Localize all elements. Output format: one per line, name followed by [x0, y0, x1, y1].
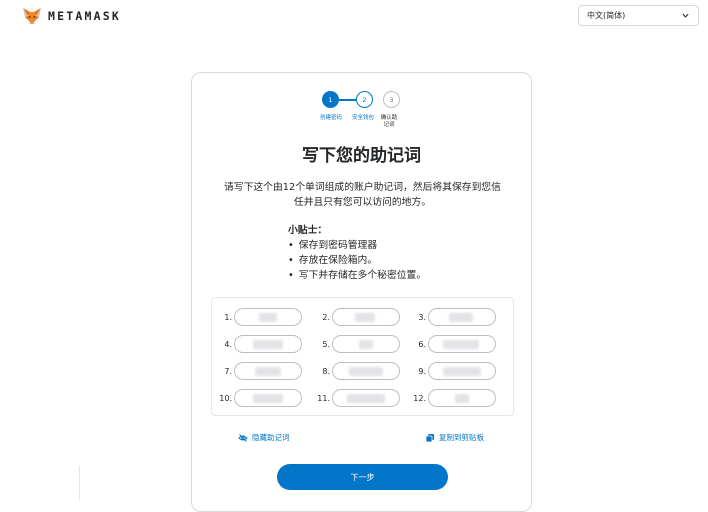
word-index: 6. [418, 339, 426, 349]
copy-label: 复制到剪贴板 [439, 433, 484, 442]
word-chip [428, 335, 496, 353]
phrase-word: 7. [218, 362, 302, 380]
hide-phrase-label: 隐藏助记词 [252, 433, 290, 442]
step-3-label: 确认助记词 [380, 115, 398, 128]
step-1-label: 创建密码 [319, 115, 342, 121]
progress-stepper: 1 2 3 创建密码 安全钱包 确认助记词 [192, 91, 531, 131]
word-index: 5. [322, 339, 330, 349]
word-index: 7. [224, 366, 232, 376]
word-index: 12. [413, 393, 426, 403]
step-1-indicator: 1 [322, 91, 339, 108]
word-index: 9. [418, 366, 426, 376]
phrase-word: 6. [412, 335, 496, 353]
word-chip [332, 362, 400, 380]
tips-list: 保存到密码管理器 存放在保险箱内。 写下并存储在多个秘密位置。 [288, 238, 488, 283]
tips-section: 小贴士： 保存到密码管理器 存放在保险箱内。 写下并存储在多个秘密位置。 [288, 223, 488, 283]
word-index: 10. [219, 393, 232, 403]
word-chip [428, 389, 496, 407]
phrase-word: 8. [316, 362, 400, 380]
hide-phrase-button[interactable]: 隐藏助记词 [238, 432, 290, 443]
word-chip [234, 308, 302, 326]
metamask-logo[interactable]: METAMASK [22, 7, 121, 25]
next-button[interactable]: 下一步 [277, 464, 448, 490]
phrase-word: 3. [412, 308, 496, 326]
tips-title: 小贴士： [288, 225, 328, 236]
word-index: 3. [418, 312, 426, 322]
fox-icon [23, 8, 41, 24]
phrase-word: 10. [218, 389, 302, 407]
secret-phrase-grid: 1. 2. 3. 4. 5. 6. 7. 8. 9. 10. 11. 12. [211, 297, 514, 416]
step-2-label: 安全钱包 [351, 115, 374, 121]
language-value: 中文(简体) [587, 11, 626, 20]
phrase-word: 2. [316, 308, 400, 326]
phrase-word: 11. [316, 389, 400, 407]
step-connector [339, 99, 356, 101]
word-chip [428, 362, 496, 380]
copy-icon [425, 433, 434, 442]
phrase-word: 12. [412, 389, 496, 407]
phrase-word: 9. [412, 362, 496, 380]
word-chip [234, 389, 302, 407]
top-bar: METAMASK 中文(简体) [0, 0, 708, 34]
word-index: 11. [317, 393, 330, 403]
divider [79, 466, 80, 500]
tip-item: 存放在保险箱内。 [288, 253, 488, 268]
phrase-word: 5. [316, 335, 400, 353]
phrase-word: 4. [218, 335, 302, 353]
word-chip [234, 335, 302, 353]
word-chip [332, 308, 400, 326]
page-description: 请写下这个由12个单词组成的账户助记词，然后将其保存到您信任并且只有您可以访问的… [224, 182, 501, 208]
eye-slash-icon [238, 433, 248, 442]
chevron-down-icon [682, 13, 689, 18]
word-index: 8. [322, 366, 330, 376]
step-3-indicator: 3 [383, 91, 400, 108]
word-index: 1. [224, 312, 232, 322]
word-index: 2. [322, 312, 330, 322]
tip-item: 保存到密码管理器 [288, 238, 488, 253]
tip-item: 写下并存储在多个秘密位置。 [288, 268, 488, 283]
phrase-word: 1. [218, 308, 302, 326]
word-chip [234, 362, 302, 380]
word-chip [332, 389, 400, 407]
step-2-indicator: 2 [356, 91, 373, 108]
language-select[interactable]: 中文(简体) [578, 5, 699, 26]
word-chip [332, 335, 400, 353]
word-chip [428, 308, 496, 326]
page-title: 写下您的助记词 [302, 146, 421, 166]
word-index: 4. [224, 339, 232, 349]
onboarding-card: 1 2 3 创建密码 安全钱包 确认助记词 写下您的助记词 请写下这个由12个单… [191, 72, 532, 512]
copy-to-clipboard-button[interactable]: 复制到剪贴板 [425, 432, 484, 443]
brand-wordmark: METAMASK [48, 9, 121, 23]
